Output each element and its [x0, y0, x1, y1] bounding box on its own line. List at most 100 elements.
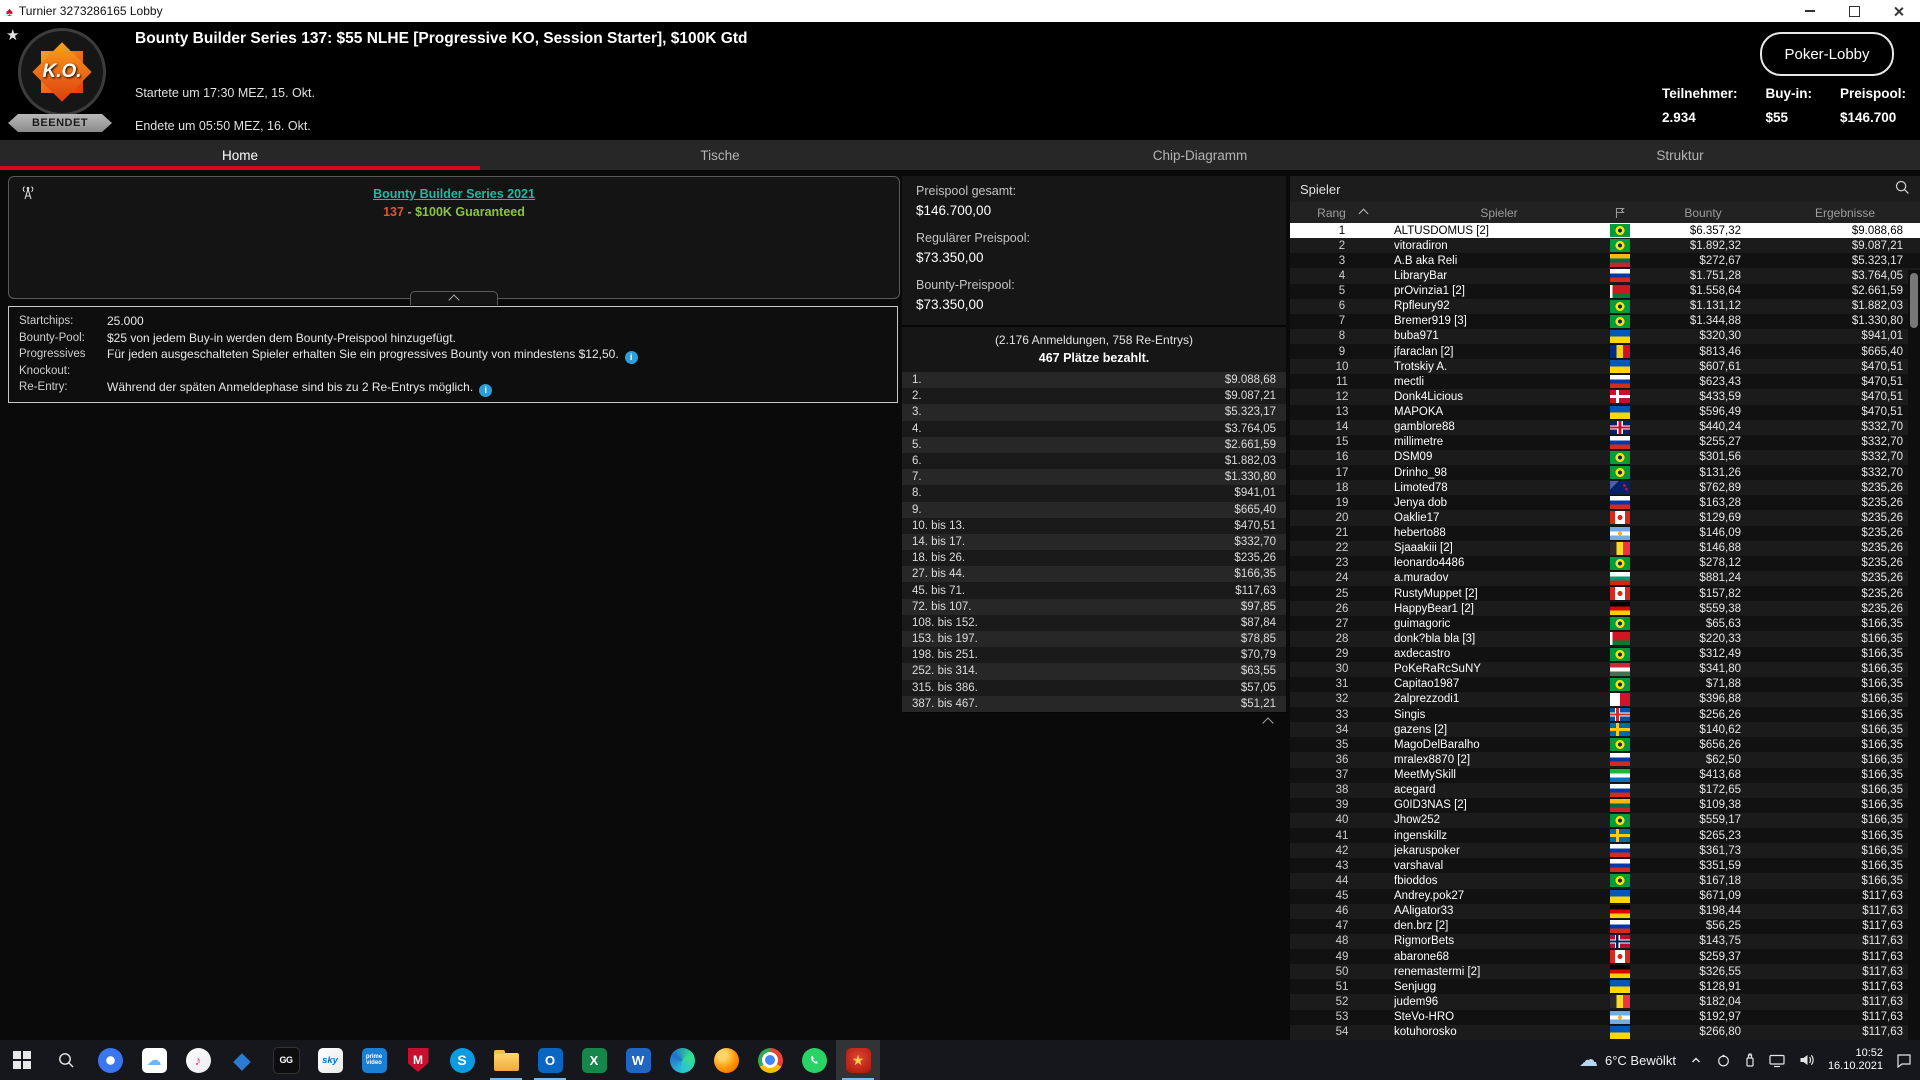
player-row[interactable]: 33 Singis $256,26 $166,35: [1290, 707, 1920, 723]
player-row[interactable]: 7 Bremer919 [3] $1.344,88 $1.330,80: [1290, 313, 1920, 329]
player-row[interactable]: 35 MagoDelBaralho $656,26 $166,35: [1290, 737, 1920, 753]
tray-app-icon[interactable]: [1716, 1053, 1731, 1068]
tray-expand-icon[interactable]: [1689, 1053, 1703, 1067]
file-explorer-icon[interactable]: [484, 1040, 528, 1080]
player-row[interactable]: 27 guimagoric $65,63 $166,35: [1290, 616, 1920, 632]
excel-icon[interactable]: X: [572, 1040, 616, 1080]
player-row[interactable]: 44 fbioddos $167,18 $166,35: [1290, 873, 1920, 889]
player-row[interactable]: 49 abarone68 $259,37 $117,63: [1290, 949, 1920, 965]
search-icon[interactable]: [1894, 179, 1910, 200]
ggpoker-icon[interactable]: GG: [264, 1040, 308, 1080]
player-row[interactable]: 11 mectli $623,43 $470,51: [1290, 374, 1920, 390]
player-row[interactable]: 30 PoKeRaRcSuNY $341,80 $166,35: [1290, 661, 1920, 677]
promo-panel[interactable]: Bounty Builder Series 2021 137 - $100K G…: [8, 176, 900, 306]
player-row[interactable]: 43 varshaval $351,59 $166,35: [1290, 858, 1920, 874]
network-icon[interactable]: [1769, 1053, 1785, 1068]
players-scrollbar[interactable]: [1908, 270, 1920, 1040]
player-row[interactable]: 50 renemastermi [2] $326,55 $117,63: [1290, 964, 1920, 980]
player-row[interactable]: 9 jfaraclan [2] $813,46 $665,40: [1290, 344, 1920, 360]
outlook-icon[interactable]: O: [528, 1040, 572, 1080]
promo-collapse-button[interactable]: [410, 291, 498, 306]
player-row[interactable]: 28 donk?bla bla [3] $220,33 $166,35: [1290, 631, 1920, 647]
player-row[interactable]: 22 Sjaaakiii [2] $146,88 $235,26: [1290, 540, 1920, 556]
player-row[interactable]: 21 heberto88 $146,09 $235,26: [1290, 525, 1920, 541]
notification-center-icon[interactable]: [1896, 1053, 1912, 1068]
player-row[interactable]: 6 Rpfleury92 $1.131,12 $1.882,03: [1290, 298, 1920, 314]
taskbar-clock[interactable]: 10:52 16.10.2021: [1828, 1047, 1883, 1074]
player-row[interactable]: 40 Jhow252 $559,17 $166,35: [1290, 812, 1920, 828]
player-row[interactable]: 29 axdecastro $312,49 $166,35: [1290, 646, 1920, 662]
firefox-icon[interactable]: [704, 1040, 748, 1080]
tab-home[interactable]: Home: [0, 140, 480, 170]
player-row[interactable]: 53 SteVo-HRO $192,97 $117,63: [1290, 1009, 1920, 1025]
icloud-icon[interactable]: ☁: [132, 1040, 176, 1080]
player-row[interactable]: 24 a.muradov $881,24 $235,26: [1290, 570, 1920, 586]
promo-series-link[interactable]: Bounty Builder Series 2021: [9, 187, 899, 201]
player-row[interactable]: 32 2alprezzodi1 $396,88 $166,35: [1290, 691, 1920, 707]
player-row[interactable]: 18 Limoted78 $762,89 $235,26: [1290, 480, 1920, 496]
player-row[interactable]: 8 buba971 $320,30 $941,01: [1290, 328, 1920, 344]
player-row[interactable]: 36 mralex8870 [2] $62,50 $166,35: [1290, 752, 1920, 768]
player-row[interactable]: 5 prOvinzia1 [2] $1.558,64 $2.661,59: [1290, 283, 1920, 299]
stars-app-icon[interactable]: ◆: [220, 1040, 264, 1080]
player-row[interactable]: 54 kotuhorosko $266,80 $117,63: [1290, 1024, 1920, 1040]
weather-widget[interactable]: ☁ 6°C Bewölkt: [1579, 1049, 1676, 1072]
player-row[interactable]: 12 Donk4Licious $433,59 $470,51: [1290, 389, 1920, 405]
player-row[interactable]: 52 judem96 $182,04 $117,63: [1290, 994, 1920, 1010]
minimize-button[interactable]: [1788, 0, 1832, 22]
close-button[interactable]: [1876, 0, 1920, 22]
player-row[interactable]: 25 RustyMuppet [2] $157,82 $235,26: [1290, 586, 1920, 602]
player-row[interactable]: 42 jekaruspoker $361,73 $166,35: [1290, 843, 1920, 859]
player-row[interactable]: 10 Trotskiy A. $607,61 $470,51: [1290, 359, 1920, 375]
edge-icon[interactable]: [660, 1040, 704, 1080]
player-row[interactable]: 19 Jenya dob $163,28 $235,26: [1290, 495, 1920, 511]
player-row[interactable]: 31 Capitao1987 $71,88 $166,35: [1290, 676, 1920, 692]
player-row[interactable]: 14 gamblore88 $440,24 $332,70: [1290, 419, 1920, 435]
sky-icon[interactable]: sky: [308, 1040, 352, 1080]
column-header-result[interactable]: Ergebnisse: [1770, 206, 1920, 220]
windows-start-icon[interactable]: [0, 1040, 44, 1080]
player-row[interactable]: 39 G0ID3NAS [2] $109,38 $166,35: [1290, 797, 1920, 813]
player-row[interactable]: 4 LibraryBar $1.751,28 $3.764,05: [1290, 268, 1920, 284]
player-row[interactable]: 20 Oaklie17 $129,69 $235,26: [1290, 510, 1920, 526]
info-icon[interactable]: [624, 350, 638, 364]
player-row[interactable]: 47 den.brz [2] $56,25 $117,63: [1290, 918, 1920, 934]
player-row[interactable]: 13 MAPOKA $596,49 $470,51: [1290, 404, 1920, 420]
volume-icon[interactable]: [1798, 1053, 1815, 1067]
player-row[interactable]: 15 millimetre $255,27 $332,70: [1290, 434, 1920, 450]
player-row[interactable]: 37 MeetMySkill $413,68 $166,35: [1290, 767, 1920, 783]
column-header-player[interactable]: Spieler: [1394, 206, 1604, 220]
column-header-flag[interactable]: [1604, 207, 1636, 219]
player-row[interactable]: 1 ALTUSDOMUS [2] $6.357,32 $9.088,68: [1290, 223, 1920, 239]
window-titlebar[interactable]: ♠ Turnier 3273286165 Lobby: [0, 0, 1920, 22]
player-row[interactable]: 16 DSM09 $301,56 $332,70: [1290, 449, 1920, 465]
player-row[interactable]: 23 leonardo4486 $278,12 $235,26: [1290, 555, 1920, 571]
tab-tische[interactable]: Tische: [480, 140, 960, 170]
player-row[interactable]: 46 AAligator33 $198,44 $117,63: [1290, 903, 1920, 919]
pokerstars-icon[interactable]: ★: [836, 1040, 880, 1080]
prime-video-icon[interactable]: prime video: [352, 1040, 396, 1080]
poker-lobby-button[interactable]: Poker-Lobby: [1760, 32, 1894, 76]
player-row[interactable]: 45 Andrey.pok27 $671,09 $117,63: [1290, 888, 1920, 904]
word-icon[interactable]: W: [616, 1040, 660, 1080]
player-row[interactable]: 48 RigmorBets $143,75 $117,63: [1290, 933, 1920, 949]
signal-icon[interactable]: [88, 1040, 132, 1080]
prize-list-footer[interactable]: [902, 711, 1286, 729]
search-icon[interactable]: [44, 1040, 88, 1080]
player-row[interactable]: 2 vitoradiron $1.892,32 $9.087,21: [1290, 238, 1920, 254]
skype-icon[interactable]: S: [440, 1040, 484, 1080]
tab-chip-diagramm[interactable]: Chip-Diagramm: [960, 140, 1440, 170]
mcafee-icon[interactable]: M: [396, 1040, 440, 1080]
player-row[interactable]: 34 gazens [2] $140,62 $166,35: [1290, 722, 1920, 738]
scrollbar-thumb[interactable]: [1910, 273, 1918, 328]
info-icon[interactable]: [479, 383, 493, 397]
player-row[interactable]: 51 Senjugg $128,91 $117,63: [1290, 979, 1920, 995]
column-header-rank[interactable]: Rang: [1290, 206, 1394, 220]
itunes-icon[interactable]: ♪: [176, 1040, 220, 1080]
player-row[interactable]: 41 ingenskillz $265,23 $166,35: [1290, 828, 1920, 844]
column-header-bounty[interactable]: Bounty: [1636, 206, 1770, 220]
favorite-star-icon[interactable]: ★: [6, 26, 19, 44]
player-row[interactable]: 3 A.B aka Reli $272,67 $5.323,17: [1290, 253, 1920, 269]
maximize-button[interactable]: [1832, 0, 1876, 22]
chrome-icon[interactable]: [748, 1040, 792, 1080]
